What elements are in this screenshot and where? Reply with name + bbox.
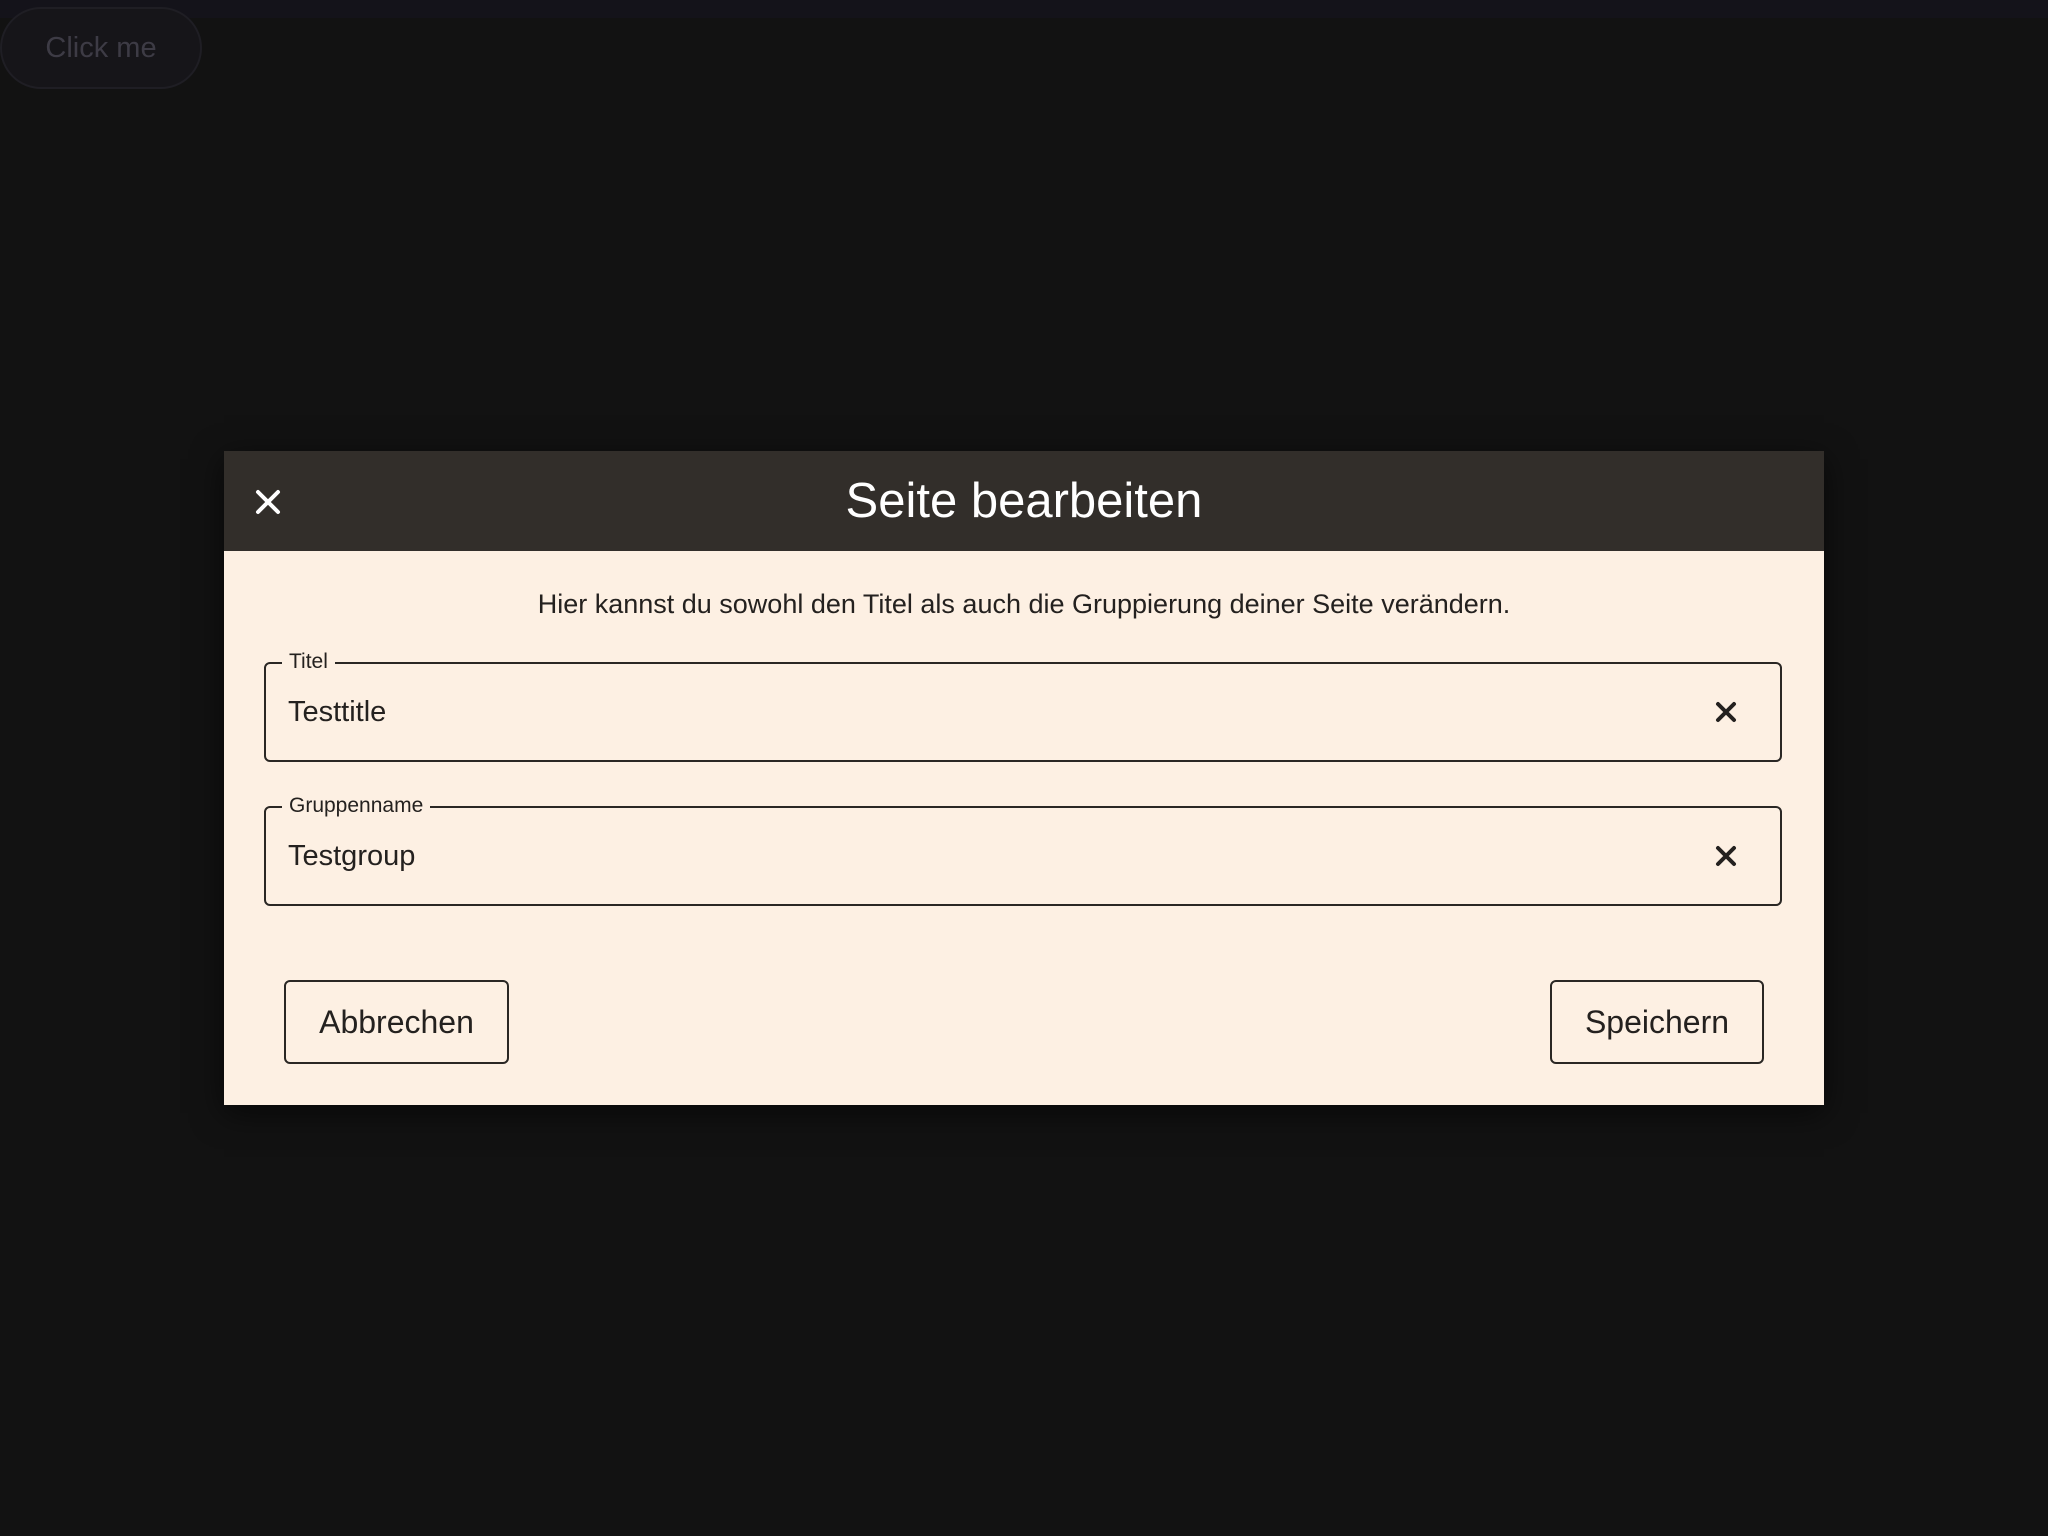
title-field[interactable]: Titel Testtitle (264, 649, 1782, 762)
close-icon (1716, 702, 1736, 722)
title-field-value[interactable]: Testtitle (288, 664, 386, 760)
top-bar (0, 0, 2048, 18)
close-icon (256, 490, 280, 514)
group-name-field[interactable]: Gruppenname Testgroup (264, 793, 1782, 906)
save-button[interactable]: Speichern (1550, 980, 1764, 1064)
dialog-description: Hier kannst du sowohl den Titel als auch… (537, 589, 1511, 619)
close-icon (1716, 846, 1736, 866)
clear-title-button[interactable] (1708, 694, 1744, 730)
cancel-button[interactable]: Abbrechen (284, 980, 509, 1064)
group-name-field-value[interactable]: Testgroup (288, 808, 415, 904)
edit-page-dialog: Seite bearbeiten Hier kannst du sowohl d… (224, 451, 1824, 1105)
click-me-button[interactable]: Click me (0, 7, 202, 89)
dialog-close-button[interactable] (246, 484, 290, 520)
dialog-header: Seite bearbeiten (224, 451, 1824, 551)
clear-group-name-button[interactable] (1708, 838, 1744, 874)
dialog-title: Seite bearbeiten (845, 474, 1203, 528)
